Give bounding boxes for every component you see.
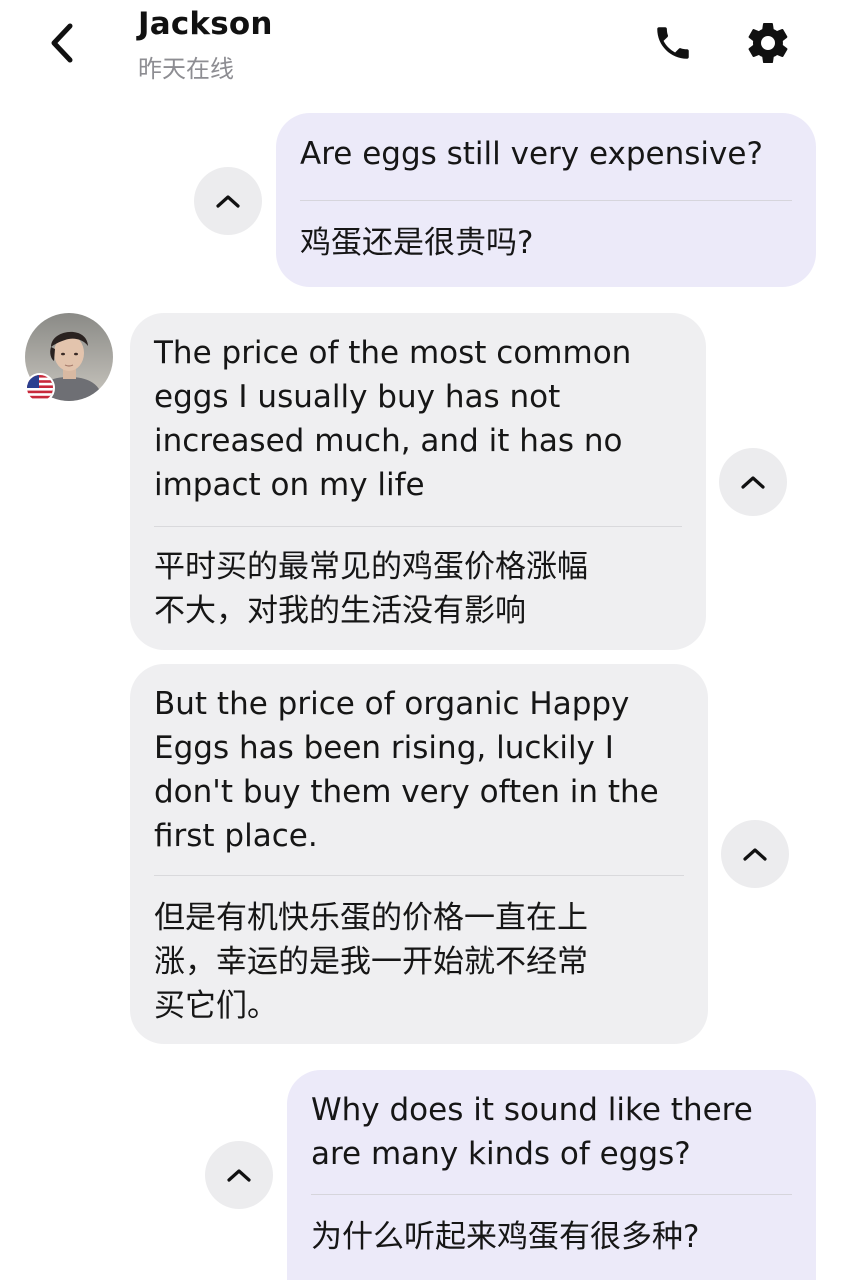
us-flag-icon bbox=[25, 373, 55, 403]
message-translation-text: 但是有机快乐蛋的价格一直在上 涨，幸运的是我一开始就不经常 买它们。 bbox=[154, 900, 588, 1024]
back-button[interactable] bbox=[38, 20, 84, 66]
message-translation-text: 为什么听起来鸡蛋有很多种? bbox=[311, 1219, 700, 1255]
phone-icon bbox=[657, 27, 689, 59]
message-bubble-incoming[interactable]: The price of the most common eggs I usua… bbox=[130, 313, 706, 650]
contact-name[interactable]: Jackson bbox=[138, 6, 273, 42]
message-original-text: Are eggs still very expensive? bbox=[300, 136, 763, 172]
message-original-text: The price of the most common eggs I usua… bbox=[154, 335, 632, 503]
contact-status: 昨天在线 bbox=[138, 55, 234, 83]
message-original-text: Why does it sound like there are many ki… bbox=[311, 1092, 753, 1172]
chevron-up-icon bbox=[743, 848, 767, 861]
translation-toggle-button[interactable] bbox=[721, 820, 789, 888]
call-button[interactable] bbox=[650, 20, 696, 66]
chevron-left-icon bbox=[51, 23, 73, 63]
chevron-up-icon bbox=[216, 195, 240, 208]
contact-avatar[interactable] bbox=[25, 313, 113, 403]
gear-icon bbox=[748, 23, 788, 64]
message-bubble-outgoing[interactable]: Why does it sound like there are many ki… bbox=[287, 1070, 816, 1280]
translation-toggle-button[interactable] bbox=[205, 1141, 273, 1209]
translation-toggle-button[interactable] bbox=[194, 167, 262, 235]
chevron-up-icon bbox=[227, 1169, 251, 1182]
chevron-up-icon bbox=[741, 476, 765, 489]
settings-button[interactable] bbox=[742, 17, 794, 69]
message-original-text: But the price of organic Happy Eggs has … bbox=[154, 686, 659, 854]
message-translation-text: 平时买的最常见的鸡蛋价格涨幅 不大，对我的生活没有影响 bbox=[154, 549, 588, 629]
translation-toggle-button[interactable] bbox=[719, 448, 787, 516]
chat-header: Jackson 昨天在线 bbox=[0, 0, 841, 96]
message-bubble-incoming[interactable]: But the price of organic Happy Eggs has … bbox=[130, 664, 708, 1044]
message-bubble-outgoing[interactable]: Are eggs still very expensive? 鸡蛋还是很贵吗? bbox=[276, 113, 816, 287]
message-translation-text: 鸡蛋还是很贵吗? bbox=[300, 225, 534, 261]
